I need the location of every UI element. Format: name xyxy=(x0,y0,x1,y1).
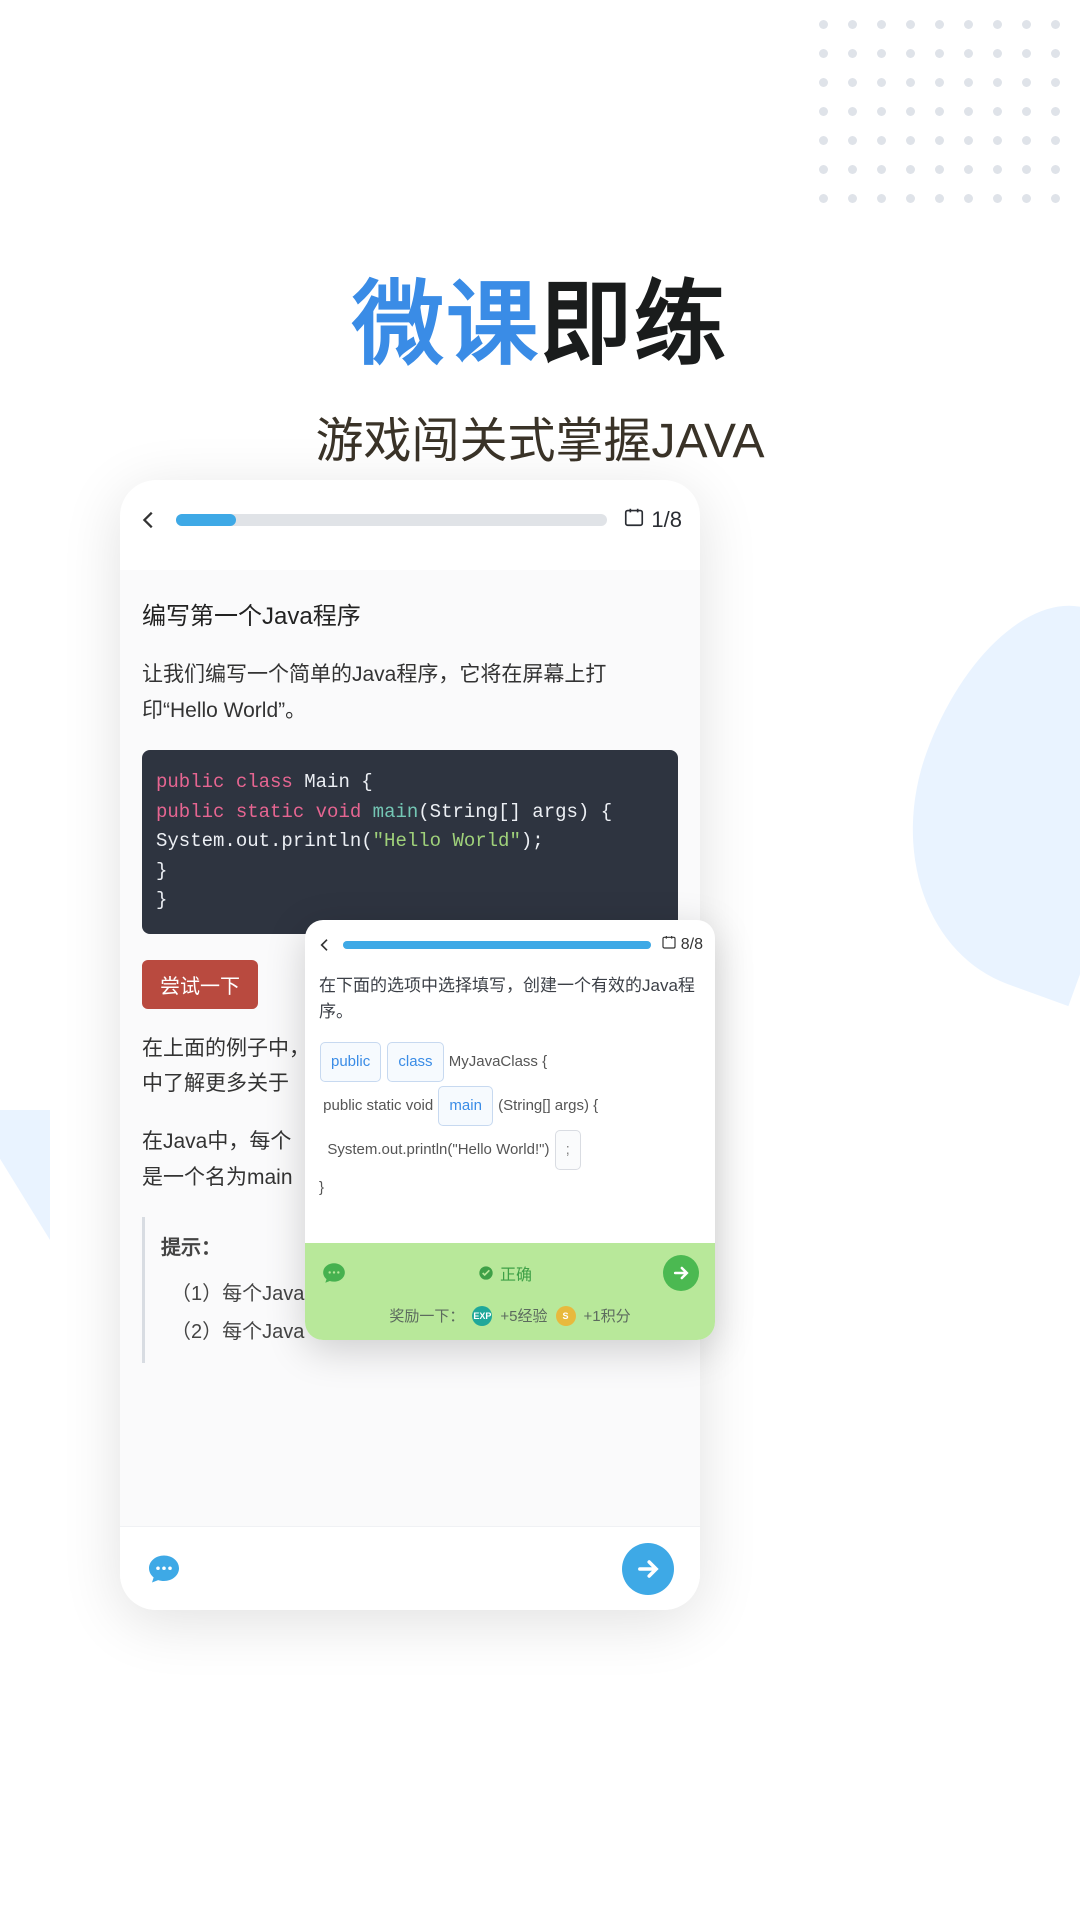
calendar-icon xyxy=(661,934,677,955)
quiz-code-line: System.out.println("Hello World!") ; xyxy=(319,1128,701,1172)
chat-icon[interactable] xyxy=(321,1260,347,1286)
back-icon[interactable] xyxy=(317,937,333,953)
next-button[interactable] xyxy=(622,1543,674,1595)
quiz-code-line: public static void main (String[] args) … xyxy=(319,1084,701,1128)
decorative-shape xyxy=(862,574,1080,1006)
code-block: public class Main { public static void m… xyxy=(142,750,678,933)
exp-badge-icon: EXP xyxy=(472,1306,492,1326)
progress-bar xyxy=(176,514,607,526)
hero-title-black: 即练 xyxy=(540,274,728,376)
answer-token[interactable]: public xyxy=(320,1042,381,1082)
reward-exp: +5经验 xyxy=(500,1305,547,1326)
reward-points: +1积分 xyxy=(584,1305,631,1326)
try-button[interactable]: 尝试一下 xyxy=(142,960,258,1009)
progress-fill xyxy=(343,941,651,949)
decorative-dots xyxy=(819,20,1060,203)
reward-row: 奖励一下： EXP +5经验 S +1积分 xyxy=(321,1305,699,1326)
progress-fill xyxy=(176,514,236,526)
hero-subtitle: 游戏闯关式掌握JAVA xyxy=(0,401,1080,471)
back-icon[interactable] xyxy=(138,509,160,531)
progress-count: 8/8 xyxy=(661,934,703,955)
answer-token[interactable]: class xyxy=(387,1042,443,1082)
quiz-body: 在下面的选项中选择填写，创建一个有效的Java程序。 public class … xyxy=(305,955,715,1205)
quiz-header: 8/8 xyxy=(305,934,715,955)
answer-token[interactable]: ; xyxy=(555,1130,581,1170)
lesson-intro: 让我们编写一个简单的Java程序，它将在屏幕上打印“Hello World”。 xyxy=(142,657,678,728)
chat-icon[interactable] xyxy=(146,1551,182,1587)
quiz-code-line: } xyxy=(319,1172,701,1204)
lesson-heading: 编写第一个Java程序 xyxy=(142,596,678,631)
result-bar: 正确 奖励一下： EXP +5经验 S +1积分 xyxy=(305,1243,715,1340)
calendar-icon xyxy=(623,506,645,534)
lesson-header: 1/8 xyxy=(120,506,700,534)
quiz-question: 在下面的选项中选择填写，创建一个有效的Java程序。 xyxy=(319,973,701,1026)
progress-text: 1/8 xyxy=(651,507,682,533)
quiz-code-line: public class MyJavaClass { xyxy=(319,1040,701,1084)
progress-text: 8/8 xyxy=(681,936,703,954)
correct-badge: 正确 xyxy=(478,1261,532,1285)
quiz-card: 8/8 在下面的选项中选择填写，创建一个有效的Java程序。 public cl… xyxy=(305,920,715,1340)
hero-section: 微课即练 游戏闯关式掌握JAVA xyxy=(0,250,1080,471)
progress-count: 1/8 xyxy=(623,506,682,534)
coin-badge-icon: S xyxy=(556,1306,576,1326)
lesson-footer xyxy=(120,1526,700,1610)
answer-token[interactable]: main xyxy=(438,1086,493,1126)
correct-label: 正确 xyxy=(500,1261,532,1285)
next-button[interactable] xyxy=(663,1255,699,1291)
hero-title: 微课即练 xyxy=(0,250,1080,383)
reward-prefix: 奖励一下： xyxy=(389,1305,464,1326)
decorative-shape xyxy=(0,1110,50,1240)
progress-bar xyxy=(343,941,651,949)
hero-title-blue: 微课 xyxy=(352,274,540,376)
